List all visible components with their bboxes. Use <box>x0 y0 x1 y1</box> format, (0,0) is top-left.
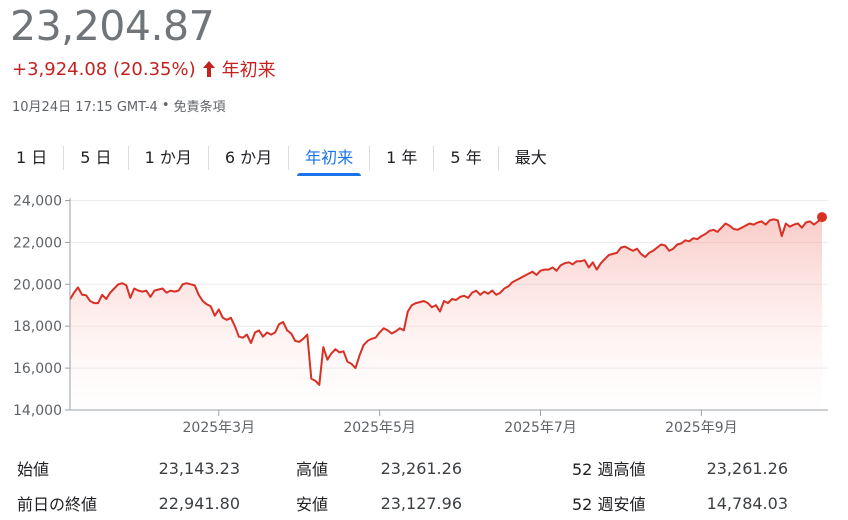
stat-label: 前日の終値 <box>17 495 98 514</box>
tab-5-year[interactable]: 5 年 <box>434 140 497 172</box>
stat-low: 安値 <box>296 490 328 516</box>
x-tick-label: 2025年9月 <box>665 420 738 436</box>
stat-high: 高値 <box>296 455 328 481</box>
stat-label: 安値 <box>296 495 329 514</box>
change-value: +3,924.08 (20.35%) <box>12 58 196 80</box>
x-tick-label: 2025年3月 <box>183 420 256 436</box>
current-price: 23,204.87 <box>10 2 215 50</box>
stat-52w-low: 52 週安値 <box>572 490 645 516</box>
tab-1-month[interactable]: 1 か月 <box>129 140 208 172</box>
stat-label: 高値 <box>296 460 329 479</box>
area-fill <box>70 217 822 410</box>
y-tick-label: 14,000 <box>13 403 62 419</box>
y-tick-label: 16,000 <box>13 361 62 377</box>
tab-max[interactable]: 最大 <box>499 140 563 172</box>
tab-1-day[interactable]: 1 日 <box>0 140 63 172</box>
stat-prev-close: 前日の終値 <box>17 490 97 516</box>
stat-high-value: 23,261.26 <box>380 458 462 478</box>
stat-52w-high-value: 23,261.26 <box>706 458 788 478</box>
stat-52w-high: 52 週高値 <box>572 455 645 481</box>
range-tabs: 1 日 5 日 1 か月 6 か月 年初来 1 年 5 年 最大 <box>0 140 563 176</box>
separator-dot: • <box>161 97 170 113</box>
stat-low-value: 23,127.96 <box>380 493 462 513</box>
price-change: +3,924.08 (20.35%) 年初来 <box>12 56 276 82</box>
stat-open-value: 23,143.23 <box>158 458 240 478</box>
quote-meta: 10月24日 17:15 GMT-4 • 免責条項 <box>12 95 226 115</box>
tab-1-year[interactable]: 1 年 <box>370 140 433 172</box>
timestamp: 10月24日 17:15 GMT-4 <box>12 99 158 115</box>
stat-label: 52 週高値 <box>572 460 646 479</box>
tab-5-day[interactable]: 5 日 <box>64 140 127 172</box>
x-tick-label: 2025年5月 <box>343 420 416 436</box>
stat-label: 始値 <box>17 460 50 479</box>
stat-prev-close-value: 22,941.80 <box>158 493 240 513</box>
price-chart[interactable]: 14,000 16,000 18,000 20,000 22,000 24,000 2025… <box>0 188 848 443</box>
last-point-dot <box>817 212 827 223</box>
y-tick-label: 18,000 <box>13 319 62 335</box>
tab-ytd[interactable]: 年初来 <box>289 140 369 176</box>
stat-52w-low-value: 14,784.03 <box>706 493 788 513</box>
stat-label: 52 週安値 <box>572 495 646 514</box>
y-tick-label: 22,000 <box>13 235 62 251</box>
disclaimer-link[interactable]: 免責条項 <box>173 96 225 115</box>
y-tick-label: 24,000 <box>13 193 62 209</box>
x-tick-label: 2025年7月 <box>504 420 577 436</box>
stat-open: 始値 <box>17 455 49 481</box>
tab-6-month[interactable]: 6 か月 <box>209 140 288 172</box>
y-tick-label: 20,000 <box>13 277 62 293</box>
arrow-up-icon <box>202 61 215 77</box>
change-period: 年初来 <box>221 60 276 81</box>
